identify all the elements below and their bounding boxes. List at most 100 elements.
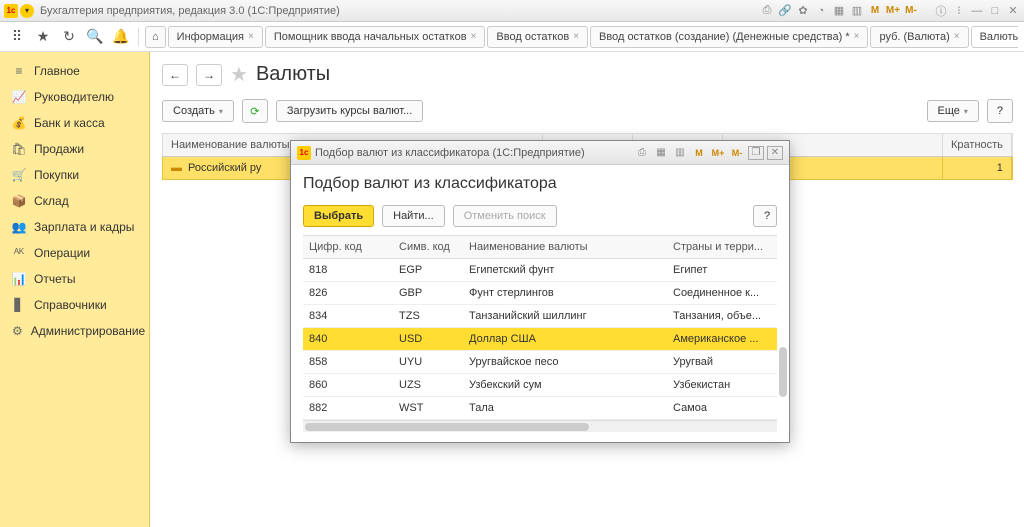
sidebar-item-main[interactable]: ≡Главное	[0, 58, 149, 84]
close-tab-icon[interactable]: ×	[573, 31, 579, 42]
tab-info[interactable]: Информация×	[168, 26, 263, 48]
favorite-icon[interactable]: ✿	[796, 4, 810, 18]
app-title: Бухгалтерия предприятия, редакция 3.0 (1…	[40, 5, 760, 17]
modal-close-icon[interactable]: ✕	[767, 146, 783, 160]
sidebar-item-warehouse[interactable]: 📦Склад	[0, 188, 149, 214]
modal-titlebar[interactable]: 1c Подбор валют из классификатора (1С:Пр…	[291, 141, 789, 165]
currency-row[interactable]: 882WSTТалаСамоа	[303, 397, 777, 420]
cell-sym: UZS	[393, 374, 463, 396]
tab-helper[interactable]: Помощник ввода начальных остатков×	[265, 26, 486, 48]
sidebar-item-manager[interactable]: 📈Руководителю	[0, 84, 149, 110]
currency-row[interactable]: 860UZSУзбекский сумУзбекистан	[303, 374, 777, 397]
load-rates-button[interactable]: Загрузить курсы валют...	[276, 100, 423, 122]
star-icon[interactable]: ★	[32, 26, 54, 48]
currency-row[interactable]: 840USDДоллар СШААмериканское ...	[303, 328, 777, 351]
basket-icon: 🛒	[12, 168, 26, 182]
close-tab-icon[interactable]: ×	[471, 31, 477, 42]
memory-m-icon[interactable]: M	[691, 145, 707, 161]
nav-back-button[interactable]: ←	[162, 64, 188, 86]
cell-sym: EGP	[393, 259, 463, 281]
modal-restore-icon[interactable]: ❐	[748, 146, 764, 160]
memory-m-icon[interactable]: M	[868, 4, 882, 18]
memory-mminus-icon[interactable]: M-	[729, 145, 745, 161]
app-menu-dropdown-icon[interactable]: ▾	[20, 4, 34, 18]
currency-row[interactable]: 858UYUУругвайское песоУругвай	[303, 351, 777, 374]
currency-row[interactable]: 818EGPЕгипетский фунтЕгипет	[303, 259, 777, 282]
app-logo-icon: 1c	[4, 4, 18, 18]
modal-help-button[interactable]: ?	[753, 205, 777, 227]
close-tab-icon[interactable]: ×	[248, 31, 254, 42]
refresh-button[interactable]: ⟳	[242, 99, 268, 123]
memory-mplus-icon[interactable]: M+	[710, 145, 726, 161]
sidebar-item-salary[interactable]: 👥Зарплата и кадры	[0, 214, 149, 240]
find-button[interactable]: Найти...	[382, 205, 445, 227]
create-button[interactable]: Создать▾	[162, 100, 234, 122]
main-toolbar: ⠿ ★ ↻ 🔍 🔔 ⌂ Информация× Помощник ввода н…	[0, 22, 1024, 52]
cancel-search-button[interactable]: Отменить поиск	[453, 205, 557, 227]
tab-label: Валюты	[980, 31, 1018, 43]
memory-mminus-icon[interactable]: M-	[904, 4, 918, 18]
col-num[interactable]: Цифр. код	[303, 236, 393, 258]
sidebar-item-sales[interactable]: 🛍Продажи	[0, 136, 149, 162]
tab-rub[interactable]: руб. (Валюта) ×	[870, 26, 968, 48]
memory-mplus-icon[interactable]: M+	[886, 4, 900, 18]
box-icon: 📦	[12, 194, 26, 208]
button-label: ?	[764, 210, 770, 222]
apps-grid-icon[interactable]: ⠿	[6, 26, 28, 48]
currency-row[interactable]: 834TZSТанзанийский шиллингТанзания, объе…	[303, 305, 777, 328]
horizontal-scrollbar[interactable]	[303, 420, 777, 432]
calendar-icon[interactable]: ▥	[850, 4, 864, 18]
col-country[interactable]: Страны и терри...	[667, 236, 777, 258]
sidebar-item-operations[interactable]: ᴬᴷОперации	[0, 240, 149, 266]
sidebar-item-bank[interactable]: 💰Банк и касса	[0, 110, 149, 136]
link-icon[interactable]: 🔗	[778, 4, 792, 18]
close-icon[interactable]: ✕	[1006, 4, 1020, 18]
minimize-icon[interactable]: —	[970, 4, 984, 18]
cell-sym: USD	[393, 328, 463, 350]
info-icon[interactable]: ⓘ	[934, 4, 948, 18]
scrollbar-thumb[interactable]	[305, 423, 589, 431]
history-icon[interactable]: ↻	[58, 26, 80, 48]
currency-classifier-modal: 1c Подбор валют из классификатора (1С:Пр…	[290, 140, 790, 443]
print-icon[interactable]: ⎙	[634, 145, 650, 161]
maximize-icon[interactable]: □	[988, 4, 1002, 18]
sidebar-item-label: Справочники	[34, 298, 107, 312]
col-name[interactable]: Наименование валюты	[463, 236, 667, 258]
nav-forward-button[interactable]: →	[196, 64, 222, 86]
bell-icon[interactable]: 🔔	[110, 26, 132, 48]
sidebar-item-admin[interactable]: ⚙Администрирование	[0, 318, 149, 344]
calculator-icon[interactable]: ▦	[653, 145, 669, 161]
tab-home[interactable]: ⌂	[145, 26, 166, 48]
search-icon[interactable]: 🔍	[84, 26, 106, 48]
select-button[interactable]: Выбрать	[303, 205, 374, 227]
sidebar-item-label: Зарплата и кадры	[34, 220, 134, 234]
scrollbar-thumb[interactable]	[779, 347, 787, 397]
col-sym[interactable]: Симв. код	[393, 236, 463, 258]
calculator-icon[interactable]: ▦	[832, 4, 846, 18]
calendar-icon[interactable]: ▥	[672, 145, 688, 161]
tab-entry[interactable]: Ввод остатков×	[487, 26, 588, 48]
help-button[interactable]: ?	[987, 99, 1013, 123]
more-button[interactable]: Еще▾	[927, 100, 979, 122]
close-tab-icon[interactable]: ×	[854, 31, 860, 42]
tab-label: руб. (Валюта)	[879, 31, 949, 43]
favorite-star-icon[interactable]: ★	[230, 62, 248, 87]
currency-row[interactable]: 826GBPФунт стерлинговСоединенное к...	[303, 282, 777, 305]
vertical-scrollbar[interactable]	[777, 225, 787, 428]
sidebar-item-catalogs[interactable]: ▋Справочники	[0, 292, 149, 318]
col-mult[interactable]: Кратность	[943, 134, 1012, 156]
close-tab-icon[interactable]: ×	[954, 31, 960, 42]
sidebar-item-purchases[interactable]: 🛒Покупки	[0, 162, 149, 188]
sidebar-item-reports[interactable]: 📊Отчеты	[0, 266, 149, 292]
cell-num: 882	[303, 397, 393, 419]
cell-name: Танзанийский шиллинг	[463, 305, 667, 327]
cell-country: Соединенное к...	[667, 282, 777, 304]
clock-icon[interactable]: ◔	[814, 4, 828, 18]
button-label: Выбрать	[314, 210, 363, 222]
gear-icon: ⚙	[12, 324, 23, 338]
print-icon[interactable]: ⎙	[760, 4, 774, 18]
tab-entry-create[interactable]: Ввод остатков (создание) (Денежные средс…	[590, 26, 868, 48]
cell-name: Доллар США	[463, 328, 667, 350]
tab-currencies[interactable]: Валюты×	[971, 26, 1018, 48]
settings-icon[interactable]: ⁝	[952, 4, 966, 18]
